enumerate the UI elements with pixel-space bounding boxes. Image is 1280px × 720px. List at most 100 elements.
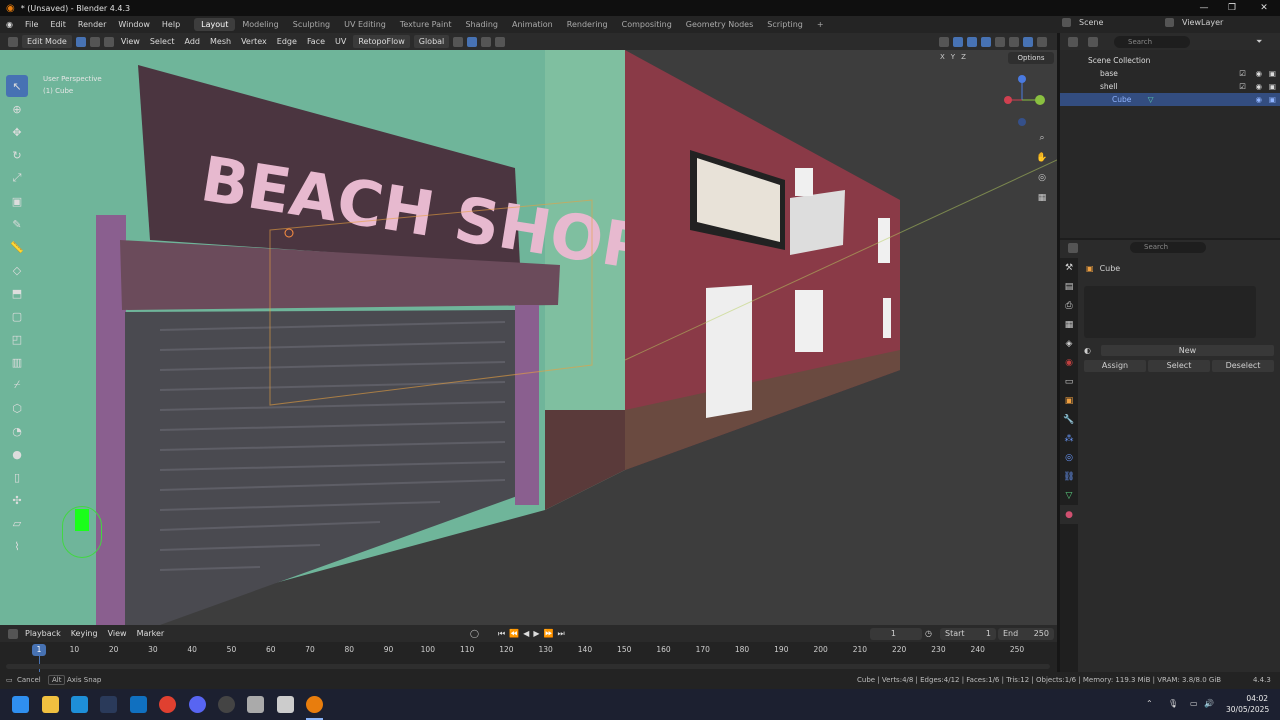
checkbox-icon[interactable]: ☑ (1239, 80, 1246, 93)
jump-end-icon[interactable]: ⏭ (557, 629, 564, 639)
menu-view[interactable]: View (116, 35, 145, 48)
annotate-tool-icon[interactable]: ✎ (6, 213, 28, 235)
retopoflow-menu[interactable]: RetopoFlow (353, 35, 410, 48)
display-mode-icon[interactable] (1088, 36, 1098, 47)
camera-icon[interactable]: ▣ (1269, 67, 1276, 80)
new-material-button[interactable]: New (1100, 344, 1274, 356)
zoom-icon[interactable]: ⌕ (1034, 130, 1050, 146)
record-icon[interactable]: ◯ (470, 629, 479, 638)
eye-icon[interactable]: ◉ (1255, 67, 1262, 80)
spin-tool-icon[interactable]: ◔ (6, 420, 28, 442)
snap-icon[interactable] (467, 36, 478, 47)
play-icon[interactable]: ▶ (533, 629, 539, 639)
tab-layout[interactable]: Layout (194, 18, 236, 31)
end-frame-field[interactable]: End 250 (998, 627, 1054, 640)
deselect-button[interactable]: Deselect (1212, 360, 1274, 372)
material-slot-list[interactable] (1084, 286, 1256, 338)
tool-tab-icon[interactable]: ⚒ (1060, 258, 1078, 277)
camera-view-icon[interactable]: ◎ (1034, 170, 1050, 186)
current-frame-field[interactable]: 1 (870, 627, 922, 640)
steam-icon[interactable] (100, 696, 117, 713)
visibility-icon[interactable] (939, 36, 949, 47)
menu-playback[interactable]: Playback (20, 627, 66, 640)
options-dropdown[interactable]: Options (1008, 52, 1054, 64)
menu-file[interactable]: File (19, 20, 44, 29)
obs-icon[interactable] (218, 696, 235, 713)
extrude-tool-icon[interactable]: ⬒ (6, 282, 28, 304)
object-tab-icon[interactable]: ▣ (1060, 391, 1078, 410)
app-icon[interactable] (71, 696, 88, 713)
menu-face[interactable]: Face (302, 35, 330, 48)
navigation-gizmo[interactable] (1000, 72, 1050, 132)
select-tool-icon[interactable]: ↖ (6, 75, 28, 97)
rip-tool-icon[interactable]: ⌇ (6, 535, 28, 557)
next-key-icon[interactable]: ⏩ (543, 629, 553, 639)
discord-icon[interactable] (189, 696, 206, 713)
material-tab-icon[interactable]: ● (1060, 505, 1078, 524)
tray-arrow-icon[interactable]: ⌃ (1146, 699, 1153, 708)
windows-start-icon[interactable] (12, 696, 29, 713)
tab-scripting[interactable]: Scripting (760, 18, 810, 31)
close-button[interactable]: ✕ (1244, 0, 1280, 16)
filter-icon[interactable]: ⏷ (1256, 37, 1262, 47)
timeline-track[interactable]: 1 10 20 30 40 50 60 70 80 90 100 110 120 130 140 150 16… (0, 642, 1057, 672)
network-icon[interactable]: ▭ (1190, 699, 1198, 708)
world-tab-icon[interactable]: ◉ (1060, 353, 1078, 372)
tab-animation[interactable]: Animation (505, 18, 560, 31)
menu-render[interactable]: Render (72, 20, 112, 29)
scale-tool-icon[interactable]: ⤢ (6, 167, 28, 189)
list-item[interactable]: shell ☑ ◉ ▣ (1060, 80, 1280, 93)
tab-rendering[interactable]: Rendering (560, 18, 615, 31)
loop-cut-tool-icon[interactable]: ▥ (6, 351, 28, 373)
eye-icon[interactable]: ◉ (1255, 80, 1262, 93)
knife-tool-icon[interactable]: ⌿ (6, 374, 28, 396)
poly-build-tool-icon[interactable]: ⬡ (6, 397, 28, 419)
scene-selector[interactable]: Scene (1079, 18, 1139, 27)
material-shading-icon[interactable] (1023, 36, 1033, 47)
clock-date[interactable]: 30/05/2025 (1226, 705, 1269, 714)
outliner-editor-icon[interactable] (1068, 36, 1078, 47)
file-explorer-icon[interactable] (42, 696, 59, 713)
solid-shading-icon[interactable] (1009, 36, 1019, 47)
microphone-icon[interactable]: 🎙 (1168, 699, 1178, 708)
properties-editor-icon[interactable] (1068, 242, 1078, 253)
timeline-scrollbar[interactable] (6, 664, 1050, 669)
app-icon[interactable] (247, 696, 264, 713)
3d-viewport[interactable]: BEACH SHOP (0, 50, 1057, 625)
edge-select-icon[interactable] (89, 36, 100, 47)
tab-geometry-nodes[interactable]: Geometry Nodes (679, 18, 760, 31)
rotate-tool-icon[interactable]: ↻ (6, 144, 28, 166)
menu-vertex[interactable]: Vertex (236, 35, 272, 48)
axis-y-toggle[interactable]: Y (951, 53, 955, 61)
measure-tool-icon[interactable]: 📏 (6, 236, 28, 258)
checkbox-icon[interactable]: ☑ (1239, 67, 1246, 80)
axis-z-toggle[interactable]: Z (961, 53, 966, 61)
face-select-icon[interactable] (103, 36, 114, 47)
ortho-grid-icon[interactable]: ▦ (1034, 190, 1050, 206)
menu-mesh[interactable]: Mesh (205, 35, 236, 48)
snap-target-icon[interactable] (481, 36, 492, 47)
pan-hand-icon[interactable]: ✋ (1034, 150, 1050, 166)
material-browse-icon[interactable]: ◐ (1084, 346, 1091, 355)
transform-tool-icon[interactable]: ▣ (6, 190, 28, 212)
camera-icon[interactable]: ▣ (1269, 80, 1276, 93)
menu-uv[interactable]: UV (330, 35, 351, 48)
particles-tab-icon[interactable]: ⁂ (1060, 429, 1078, 448)
assign-button[interactable]: Assign (1084, 360, 1146, 372)
properties-search-input[interactable]: Search (1130, 242, 1206, 253)
timeline-editor-icon[interactable] (8, 628, 18, 639)
playhead[interactable]: 1 (32, 644, 46, 656)
editor-type-icon[interactable] (8, 36, 18, 47)
proportional-edit-icon[interactable] (495, 36, 506, 47)
axis-x-toggle[interactable]: X (940, 53, 945, 61)
bevel-tool-icon[interactable]: ◰ (6, 328, 28, 350)
collection-tab-icon[interactable]: ▭ (1060, 372, 1078, 391)
mode-selector[interactable]: Edit Mode (22, 35, 72, 48)
menu-select[interactable]: Select (145, 35, 180, 48)
blender-taskbar-icon[interactable] (306, 696, 323, 713)
xray-icon[interactable] (981, 36, 991, 47)
eye-icon[interactable]: ◉ (1255, 93, 1262, 106)
scene-tab-icon[interactable]: ◈ (1060, 334, 1078, 353)
tab-shading[interactable]: Shading (458, 18, 505, 31)
edge-slide-tool-icon[interactable]: ▯ (6, 466, 28, 488)
